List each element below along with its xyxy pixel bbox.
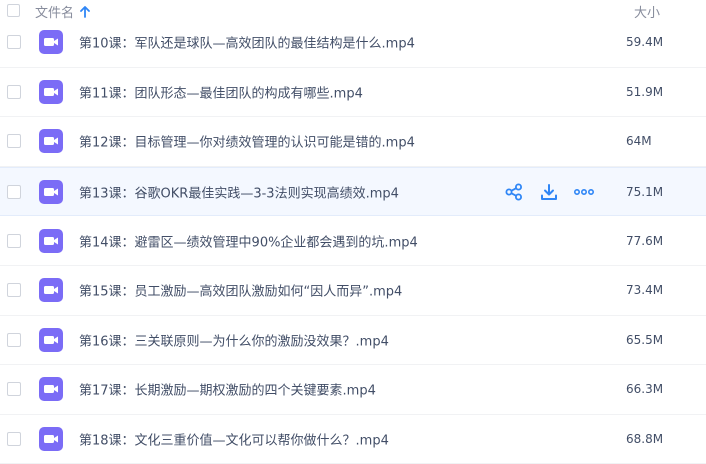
- file-row[interactable]: 第16课：三关联原则—为什么你的激励没效果？.mp4 65.5M: [0, 316, 706, 366]
- row-checkbox[interactable]: [7, 233, 21, 248]
- row-checkbox[interactable]: [7, 382, 21, 397]
- file-size: 77.6M: [626, 233, 664, 248]
- file-row[interactable]: 第18课：文化三重价值—文化可以帮你做什么？.mp4 68.8M: [0, 415, 706, 464]
- file-row[interactable]: 第14课：避雷区—绩效管理中90%企业都会遇到的坑.mp4 77.6M: [0, 216, 706, 266]
- file-size: 65.5M: [626, 332, 664, 347]
- file-name[interactable]: 第18课：文化三重价值—文化可以帮你做什么？.mp4: [79, 430, 389, 449]
- row-checkbox[interactable]: [7, 184, 21, 199]
- video-file-icon: [39, 129, 63, 154]
- file-row[interactable]: 第12课：目标管理—你对绩效管理的认识可能是错的.mp4 64M: [0, 117, 706, 167]
- video-file-icon: [39, 30, 63, 55]
- row-checkbox[interactable]: [7, 134, 21, 149]
- share-icon: [505, 183, 522, 201]
- file-name[interactable]: 第16课：三关联原则—为什么你的激励没效果？.mp4: [79, 330, 389, 349]
- file-row[interactable]: 第13课：谷歌OKR最佳实践—3-3法则实现高绩效.mp4 75.1M: [0, 166, 706, 217]
- row-actions: [504, 182, 609, 202]
- video-file-icon: [39, 327, 63, 352]
- file-row[interactable]: 第10课：军队还是球队—高效团队的最佳结构是什么.mp4 59.4M: [0, 18, 706, 68]
- file-size: 75.1M: [626, 184, 664, 199]
- video-file-icon: [39, 278, 63, 303]
- file-list: 第10课：军队还是球队—高效团队的最佳结构是什么.mp4 59.4M 第11课：…: [0, 18, 706, 464]
- file-size: 66.3M: [626, 382, 664, 397]
- file-name[interactable]: 第14课：避雷区—绩效管理中90%企业都会遇到的坑.mp4: [79, 231, 418, 250]
- select-all-checkbox[interactable]: [7, 4, 20, 17]
- file-size: 73.4M: [626, 283, 664, 298]
- file-name[interactable]: 第13课：谷歌OKR最佳实践—3-3法则实现高绩效.mp4: [79, 182, 399, 201]
- video-file-icon: [39, 79, 63, 104]
- video-file-icon: [39, 179, 63, 204]
- file-name[interactable]: 第11课：团队形态—最佳团队的构成有哪些.mp4: [79, 82, 363, 101]
- file-size: 68.8M: [626, 432, 664, 447]
- download-button[interactable]: [539, 182, 559, 202]
- file-name[interactable]: 第12课：目标管理—你对绩效管理的认识可能是错的.mp4: [79, 132, 415, 151]
- share-button[interactable]: [504, 182, 524, 202]
- file-size: 51.9M: [626, 84, 664, 99]
- row-checkbox[interactable]: [7, 332, 21, 347]
- file-name[interactable]: 第15课：员工激励—高效团队激励如何“因人而异”.mp4: [79, 281, 402, 300]
- video-file-icon: [39, 228, 63, 253]
- download-icon: [541, 183, 557, 200]
- file-row[interactable]: 第17课：长期激励—期权激励的四个关键要素.mp4 66.3M: [0, 365, 706, 415]
- more-icon: [574, 188, 594, 195]
- arrow-up-icon: [80, 5, 90, 18]
- file-row[interactable]: 第11课：团队形态—最佳团队的构成有哪些.mp4 51.9M: [0, 68, 706, 118]
- file-size: 64M: [626, 134, 652, 149]
- more-button[interactable]: [574, 182, 594, 202]
- video-file-icon: [39, 427, 63, 452]
- row-checkbox[interactable]: [7, 35, 21, 50]
- video-file-icon: [39, 377, 63, 402]
- row-checkbox[interactable]: [7, 432, 21, 447]
- file-row[interactable]: 第15课：员工激励—高效团队激励如何“因人而异”.mp4 73.4M: [0, 266, 706, 316]
- file-size: 59.4M: [626, 35, 664, 50]
- row-checkbox[interactable]: [7, 283, 21, 298]
- file-name[interactable]: 第10课：军队还是球队—高效团队的最佳结构是什么.mp4: [79, 33, 415, 52]
- row-checkbox[interactable]: [7, 84, 21, 99]
- file-name[interactable]: 第17课：长期激励—期权激励的四个关键要素.mp4: [79, 380, 376, 399]
